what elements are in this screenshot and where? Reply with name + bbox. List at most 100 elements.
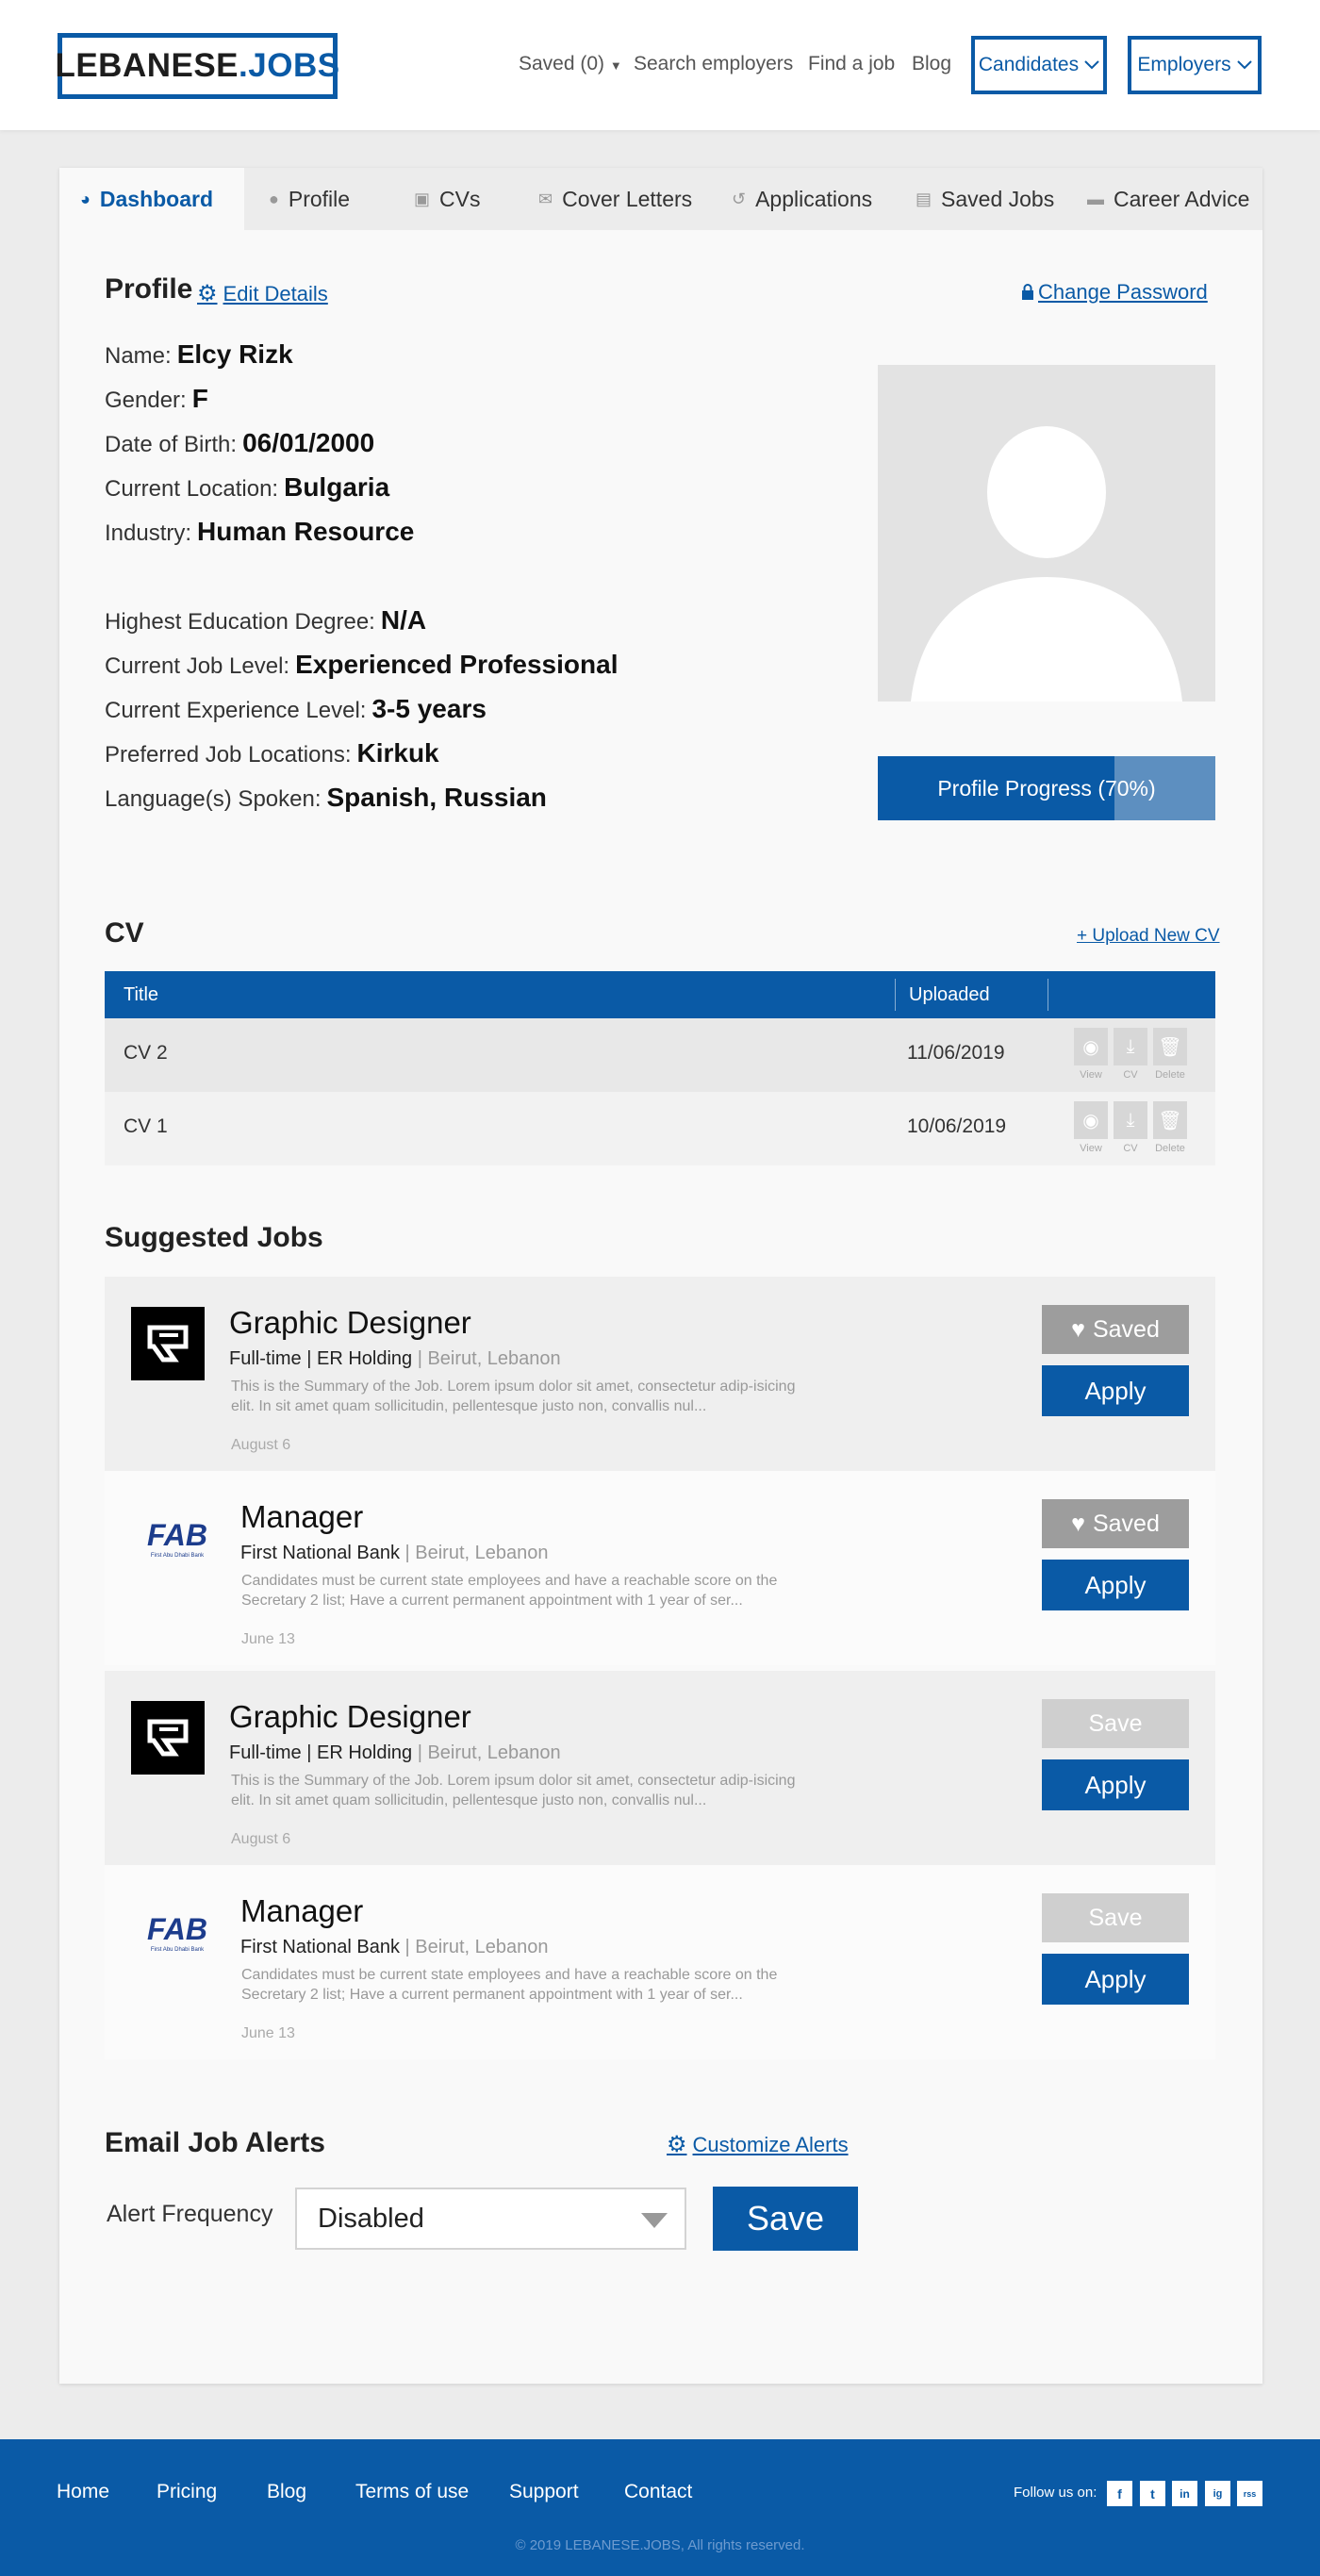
job-title[interactable]: Graphic Designer (229, 1305, 471, 1341)
change-password-label: Change Password (1038, 280, 1208, 304)
site-logo[interactable]: LEBANESE .JOBS (55, 33, 340, 99)
logo-dot-text: .JOBS (239, 47, 340, 84)
profile-field-experience: Current Experience Level: 3-5 years (105, 694, 487, 724)
job-title[interactable]: Graphic Designer (229, 1699, 471, 1735)
alert-frequency-select[interactable]: Disabled (295, 2188, 686, 2250)
save-alerts-button[interactable]: Save (713, 2187, 858, 2251)
job-title[interactable]: Manager (240, 1499, 363, 1535)
profile-field-education: Highest Education Degree: N/A (105, 605, 426, 636)
field-label: Language(s) Spoken: (105, 786, 322, 812)
tab-profile[interactable]: ● Profile (269, 168, 350, 230)
apply-button[interactable]: Apply (1042, 1560, 1189, 1610)
gear-icon: ⚙ (197, 281, 218, 306)
tab-saved-jobs[interactable]: ▤ Saved Jobs (916, 168, 1054, 230)
job-summary: This is the Summary of the Job. Lorem ip… (231, 1773, 796, 1808)
candidates-menu-button[interactable]: Candidates (971, 36, 1107, 94)
suitcase-icon: ▬ (1087, 189, 1104, 208)
saved-button[interactable]: ♥ Saved (1042, 1499, 1189, 1548)
email-alerts-title: Email Job Alerts (105, 2127, 325, 2158)
field-label: Industry: (105, 520, 192, 546)
fab-logo-sub: First Abu Dhabi Bank (150, 1946, 205, 1953)
customize-alerts-link[interactable]: ⚙ Customize Alerts (667, 2131, 849, 2158)
site-footer: Home Pricing Blog Terms of use Support C… (0, 2439, 1320, 2576)
twitter-icon[interactable]: t (1140, 2481, 1165, 2506)
job-location: | Beirut, Lebanon (399, 1543, 549, 1563)
edit-details-link[interactable]: ⚙ Edit Details (197, 280, 328, 307)
profile-field-preferred-locations: Preferred Job Locations: Kirkuk (105, 738, 439, 768)
col-title: Title (124, 984, 159, 1005)
rss-icon[interactable]: rss (1237, 2481, 1262, 2506)
tab-label: Dashboard (99, 186, 214, 211)
saved-label: Saved (1092, 1510, 1160, 1537)
apply-button[interactable]: Apply (1042, 1954, 1189, 2005)
tab-cvs[interactable]: ▣ CVs (414, 168, 480, 230)
company-logo-er (131, 1307, 205, 1380)
facebook-icon[interactable]: f (1107, 2481, 1132, 2506)
footer-link-home[interactable]: Home (57, 2481, 109, 2503)
candidates-label: Candidates (978, 54, 1080, 75)
apply-button[interactable]: Apply (1042, 1365, 1189, 1416)
job-card[interactable]: FAB First Abu Dhabi Bank Manager First N… (105, 1865, 1215, 2059)
tab-bar: ◕ Dashboard ● Profile ▣ CVs ✉ Cover Lett… (59, 168, 1262, 230)
profile-field-gender: Gender: F (105, 384, 208, 414)
delete-cv-button[interactable]: 🗑 Delete (1153, 1101, 1187, 1154)
apply-button[interactable]: Apply (1042, 1759, 1189, 1810)
save-button[interactable]: Save (1042, 1893, 1189, 1942)
tab-label: Profile (288, 186, 351, 211)
job-title[interactable]: Manager (240, 1893, 363, 1929)
tab-label: Career Advice (1114, 186, 1250, 211)
job-card[interactable]: FAB First Abu Dhabi Bank Manager First N… (105, 1471, 1215, 1665)
tab-career-advice[interactable]: ▬ Career Advice (1087, 168, 1249, 230)
field-label: Gender: (105, 388, 187, 413)
job-card[interactable]: Graphic Designer Full-time | ER Holding … (105, 1671, 1215, 1865)
tab-dashboard[interactable]: ◕ Dashboard (59, 168, 244, 230)
tab-label: Cover Letters (562, 186, 693, 211)
field-value: F (191, 384, 208, 413)
profile-field-location: Current Location: Bulgaria (105, 472, 389, 503)
fab-logo-sub: First Abu Dhabi Bank (150, 1552, 205, 1559)
cv-title: CV (105, 917, 144, 949)
profile-field-languages: Language(s) Spoken: Spanish, Russian (105, 783, 547, 813)
change-password-link[interactable]: Change Password (1021, 280, 1208, 305)
nav-blog[interactable]: Blog (912, 53, 951, 75)
chevron-down-icon (1236, 60, 1252, 70)
employers-menu-button[interactable]: Employers (1128, 36, 1262, 94)
profile-field-name: Name: Elcy Rizk (105, 339, 293, 370)
nav-search-employers[interactable]: Search employers (634, 53, 793, 75)
upload-cv-link[interactable]: + Upload New CV (1077, 926, 1220, 947)
job-card[interactable]: Graphic Designer Full-time | ER Holding … (105, 1277, 1215, 1471)
profile-field-industry: Industry: Human Resource (105, 517, 414, 547)
view-cv-button[interactable]: ◉ View (1074, 1028, 1108, 1081)
download-cv-button[interactable]: ⤓ CV (1114, 1028, 1147, 1081)
avatar-placeholder[interactable] (878, 365, 1215, 702)
footer-link-contact[interactable]: Contact (624, 2481, 692, 2503)
tab-applications[interactable]: ↺ Applications (732, 168, 872, 230)
cv-table-header: Title Uploaded (105, 971, 1215, 1018)
dashboard-card: ◕ Dashboard ● Profile ▣ CVs ✉ Cover Lett… (59, 168, 1262, 2384)
view-cv-button[interactable]: ◉ View (1074, 1101, 1108, 1154)
nav-saved-label: Saved (0) (519, 53, 605, 74)
footer-link-terms[interactable]: Terms of use (355, 2481, 469, 2503)
footer-link-pricing[interactable]: Pricing (157, 2481, 217, 2503)
nav-find-job[interactable]: Find a job (808, 53, 895, 75)
company-logo-fab: FAB First Abu Dhabi Bank (140, 1895, 214, 1969)
company-logo-fab: FAB First Abu Dhabi Bank (140, 1501, 214, 1575)
delete-cv-button[interactable]: 🗑 Delete (1153, 1028, 1187, 1081)
save-button[interactable]: Save (1042, 1699, 1189, 1748)
saved-label: Saved (1092, 1315, 1160, 1343)
download-cv-button[interactable]: ⤓ CV (1114, 1101, 1147, 1154)
saved-button[interactable]: ♥ Saved (1042, 1305, 1189, 1354)
edit-details-label: Edit Details (223, 281, 328, 305)
tab-cover-letters[interactable]: ✉ Cover Letters (538, 168, 692, 230)
dropdown-arrow-icon (641, 2213, 668, 2228)
nav-saved[interactable]: Saved (0) ▼ (519, 53, 622, 75)
company-name: Full-time | ER Holding (229, 1742, 413, 1763)
field-value: N/A (380, 605, 427, 635)
footer-link-blog[interactable]: Blog (267, 2481, 306, 2503)
linkedin-icon[interactable]: in (1172, 2481, 1197, 2506)
field-label: Highest Education Degree: (105, 609, 375, 635)
company-name: First National Bank (240, 1937, 400, 1957)
instagram-icon[interactable]: ig (1205, 2481, 1230, 2506)
table-row: CV 1 10/06/2019 ◉ View ⤓ CV 🗑 Delete (105, 1092, 1215, 1165)
footer-link-support[interactable]: Support (509, 2481, 579, 2503)
